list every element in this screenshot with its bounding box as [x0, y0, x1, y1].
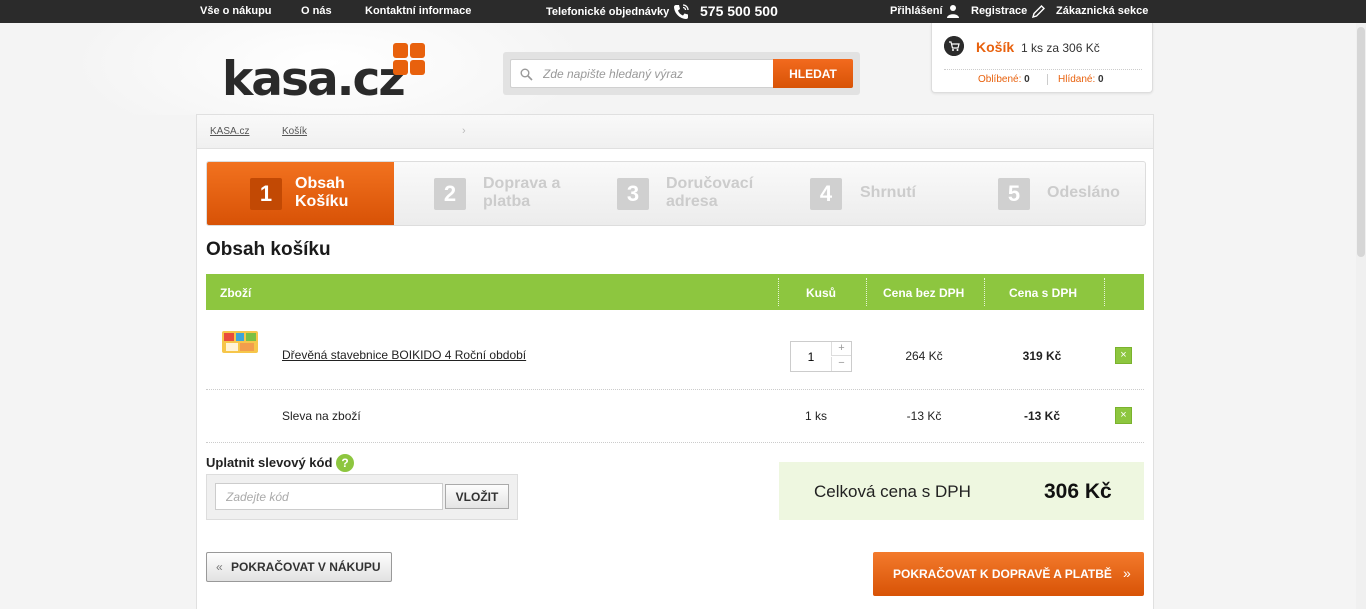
cart-summary: 1 ks za 306 Kč: [1021, 41, 1100, 55]
product-link[interactable]: Dřevěná stavebnice BOIKIDO 4 Roční obdob…: [282, 348, 526, 362]
phone-label: Telefonické objednávky: [546, 6, 670, 18]
apply-coupon-button[interactable]: VLOŽIT: [445, 484, 509, 509]
divider: [778, 278, 779, 306]
discount-quantity: 1 ks: [804, 409, 827, 423]
step-label: Doprava a platba: [483, 175, 561, 210]
product-thumbnail[interactable]: [220, 327, 260, 357]
phone-icon: [674, 4, 689, 19]
cart-title[interactable]: Košík: [976, 39, 1014, 55]
step-shipping-payment[interactable]: 2 Doprava a platba: [434, 162, 604, 225]
remove-discount-icon[interactable]: ×: [1115, 407, 1132, 424]
favorites-label: Oblíbené:: [978, 74, 1022, 85]
step-number: 4: [810, 178, 842, 210]
watched-link[interactable]: Hlídané: 0: [1058, 74, 1104, 85]
column-header-price-ex-vat: Cena bez DPH: [883, 286, 965, 300]
column-header-price-inc-vat: Cena s DPH: [1009, 286, 1078, 300]
top-bar: Vše o nákupu O nás Kontaktní informace T…: [0, 0, 1366, 23]
checkout-steps: 1 Obsah Košíku 2 Doprava a platba 3 Doru…: [206, 161, 1146, 226]
price-ex-vat: -13 Kč: [906, 409, 942, 423]
step-label: Doručovací adresa: [666, 175, 754, 210]
step-cart-contents[interactable]: 1 Obsah Košíku: [207, 162, 394, 225]
quantity-stepper: + −: [790, 341, 852, 372]
table-header: Zboží Kusů Cena bez DPH Cena s DPH: [206, 274, 1144, 310]
site-logo[interactable]: kasa.cz: [222, 52, 406, 107]
scrollbar[interactable]: [1356, 23, 1366, 609]
divider: [866, 278, 867, 306]
login-link[interactable]: Přihlášení: [890, 5, 943, 17]
search-button[interactable]: HLEDAT: [773, 59, 853, 88]
remove-item-icon[interactable]: ×: [1115, 347, 1132, 364]
divider: [944, 69, 1142, 70]
favorites-link[interactable]: Oblíbené: 0: [978, 74, 1030, 85]
table-row: Dřevěná stavebnice BOIKIDO 4 Roční obdob…: [206, 310, 1144, 390]
help-icon[interactable]: ?: [336, 454, 354, 472]
step-number: 1: [250, 178, 282, 210]
discount-label: Sleva na zboží: [282, 409, 361, 423]
step-label: Odesláno: [1047, 184, 1120, 201]
quantity-input[interactable]: [791, 342, 831, 371]
customer-section-link[interactable]: Zákaznická sekce: [1056, 5, 1148, 17]
continue-to-shipping-label: POKRAČOVAT K DOPRAVĚ A PLATBĚ: [893, 567, 1112, 581]
page-title: Obsah košíku: [206, 239, 331, 260]
register-link[interactable]: Registrace: [971, 5, 1027, 17]
step-delivery-address[interactable]: 3 Doručovací adresa: [617, 162, 787, 225]
coupon-title: Uplatnit slevový kód: [206, 455, 333, 470]
continue-shopping-label: POKRAČOVAT V NÁKUPU: [231, 560, 381, 574]
price-ex-vat: 264 Kč: [905, 349, 943, 363]
total-label: Celková cena s DPH: [814, 482, 971, 501]
divider: [1047, 74, 1048, 85]
plus-icon[interactable]: +: [831, 342, 851, 356]
coupon-form: VLOŽIT: [206, 474, 518, 520]
search-input[interactable]: [510, 59, 776, 88]
minus-icon[interactable]: −: [831, 357, 851, 371]
search-box: HLEDAT: [503, 52, 860, 95]
step-label: Shrnutí: [860, 184, 916, 201]
coupon-input[interactable]: [215, 483, 443, 510]
price-inc-vat: -13 Kč: [1023, 409, 1061, 423]
step-number: 3: [617, 178, 649, 210]
breadcrumb-cart[interactable]: Košík: [282, 126, 307, 137]
step-label: Obsah Košíku: [295, 175, 349, 210]
step-number: 5: [998, 178, 1030, 210]
total-value: 306 Kč: [1044, 480, 1112, 503]
double-chevron-right-icon: »: [1123, 565, 1131, 581]
pencil-icon: [1031, 5, 1045, 19]
watched-label: Hlídané:: [1058, 74, 1096, 85]
user-icon: [947, 5, 959, 18]
mini-cart[interactable]: Košík 1 ks za 306 Kč Oblíbené: 0 Hlídané…: [931, 23, 1153, 93]
continue-shopping-button[interactable]: « POKRAČOVAT V NÁKUPU: [206, 552, 392, 582]
phone-number: 575 500 500: [700, 3, 778, 19]
double-chevron-left-icon: «: [216, 560, 223, 574]
watched-count: 0: [1098, 74, 1104, 85]
scrollbar-thumb[interactable]: [1357, 27, 1365, 257]
nav-link-about-shopping[interactable]: Vše o nákupu: [200, 5, 272, 17]
price-inc-vat: 319 Kč: [1022, 349, 1062, 363]
column-header-quantity: Kusů: [806, 286, 836, 300]
nav-link-contacts[interactable]: Kontaktní informace: [365, 5, 471, 17]
logo-mark-icon: [393, 43, 425, 75]
step-summary[interactable]: 4 Shrnutí: [810, 162, 960, 225]
search-icon: [520, 68, 533, 81]
nav-link-about-us[interactable]: O nás: [301, 5, 332, 17]
step-sent[interactable]: 5 Odesláno: [998, 162, 1145, 225]
cart-icon: [944, 36, 964, 56]
step-number: 2: [434, 178, 466, 210]
favorites-count: 0: [1024, 74, 1030, 85]
table-row: Sleva na zboží 1 ks -13 Kč -13 Kč ×: [206, 390, 1144, 443]
breadcrumb-home[interactable]: KASA.cz: [210, 126, 249, 137]
chevron-right-icon: ›: [462, 125, 466, 137]
continue-to-shipping-button[interactable]: POKRAČOVAT K DOPRAVĚ A PLATBĚ »: [873, 552, 1144, 596]
column-header-goods: Zboží: [220, 286, 252, 300]
divider: [1104, 278, 1105, 306]
total-box: Celková cena s DPH 306 Kč: [779, 462, 1144, 520]
divider: [984, 278, 985, 306]
breadcrumb: KASA.cz › Košík: [196, 114, 1154, 149]
